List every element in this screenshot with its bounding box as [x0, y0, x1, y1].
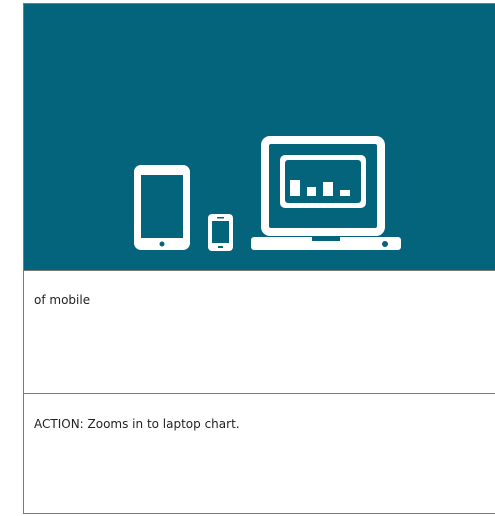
- script-text-row: of mobile: [24, 271, 495, 394]
- phone-icon: [208, 214, 233, 251]
- storyboard-panel: of mobile ACTION: Zooms in to laptop cha…: [23, 3, 495, 514]
- tablet-icon: [134, 165, 190, 250]
- action-text: ACTION: Zooms in to laptop chart.: [34, 417, 240, 431]
- action-text-row: ACTION: Zooms in to laptop chart.: [24, 395, 495, 513]
- hero-illustration: [24, 4, 495, 271]
- script-text: of mobile: [34, 293, 91, 307]
- devices-illustration: [134, 136, 401, 251]
